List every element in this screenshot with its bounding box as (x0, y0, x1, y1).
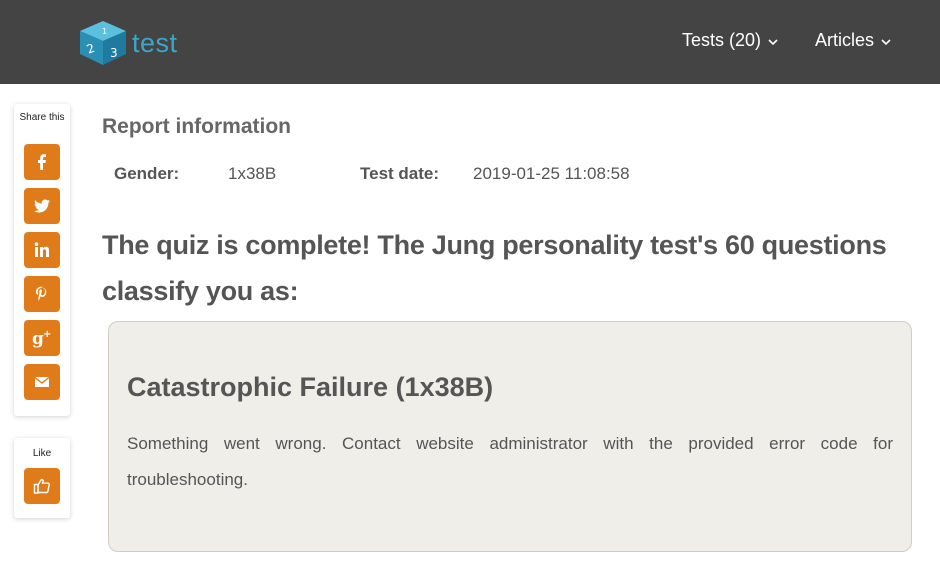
like-label: Like (32, 448, 52, 459)
pinterest-icon (36, 286, 47, 301)
twitter-share-button[interactable] (24, 188, 60, 224)
svg-text:+: + (43, 329, 51, 340)
test-date-value: 2019-01-25 11:08:58 (473, 164, 630, 183)
svg-text:3: 3 (110, 46, 118, 60)
nav-articles-menu[interactable]: Articles (815, 30, 892, 51)
svg-text:1: 1 (102, 27, 107, 36)
share-label: Share this (19, 112, 65, 123)
share-panel: Share this g + (14, 104, 70, 416)
cube-logo-icon: 1 2 3 (80, 21, 126, 65)
result-headline: The quiz is complete! The Jung personali… (102, 230, 887, 306)
linkedin-share-button[interactable] (24, 232, 60, 268)
site-header: 1 2 3 test Tests (20) Articles (0, 0, 940, 84)
nav-tests-menu[interactable]: Tests (20) (682, 30, 779, 51)
chevron-down-icon (768, 38, 778, 45)
site-logo[interactable]: 1 2 3 test (78, 18, 198, 68)
twitter-icon (34, 199, 50, 213)
google-plus-icon: g + (32, 329, 51, 348)
nav-tests-label: Tests (20) (682, 30, 762, 50)
gender-label: Gender: (114, 164, 180, 183)
report-information-heading: Report information (102, 115, 291, 138)
like-button[interactable] (24, 468, 60, 504)
result-title: Catastrophic Failure (1x38B) (127, 372, 494, 402)
linkedin-icon (34, 242, 49, 257)
nav-articles-label: Articles (815, 30, 875, 50)
email-icon (34, 376, 50, 387)
like-panel: Like (14, 438, 70, 518)
thumbs-up-icon (33, 478, 50, 494)
logo-text: test (132, 27, 178, 58)
test-date-label: Test date: (360, 164, 440, 183)
chevron-down-icon (881, 38, 891, 45)
gender-value: 1x38B (228, 164, 277, 183)
google-plus-share-button[interactable]: g + (24, 320, 60, 356)
email-share-button[interactable] (24, 364, 60, 400)
result-description: Something went wrong. Contact website ad… (127, 434, 893, 489)
result-box: Catastrophic Failure (1x38B) Something w… (108, 321, 912, 552)
facebook-share-button[interactable] (24, 144, 60, 180)
pinterest-share-button[interactable] (24, 276, 60, 312)
facebook-icon (38, 154, 46, 170)
